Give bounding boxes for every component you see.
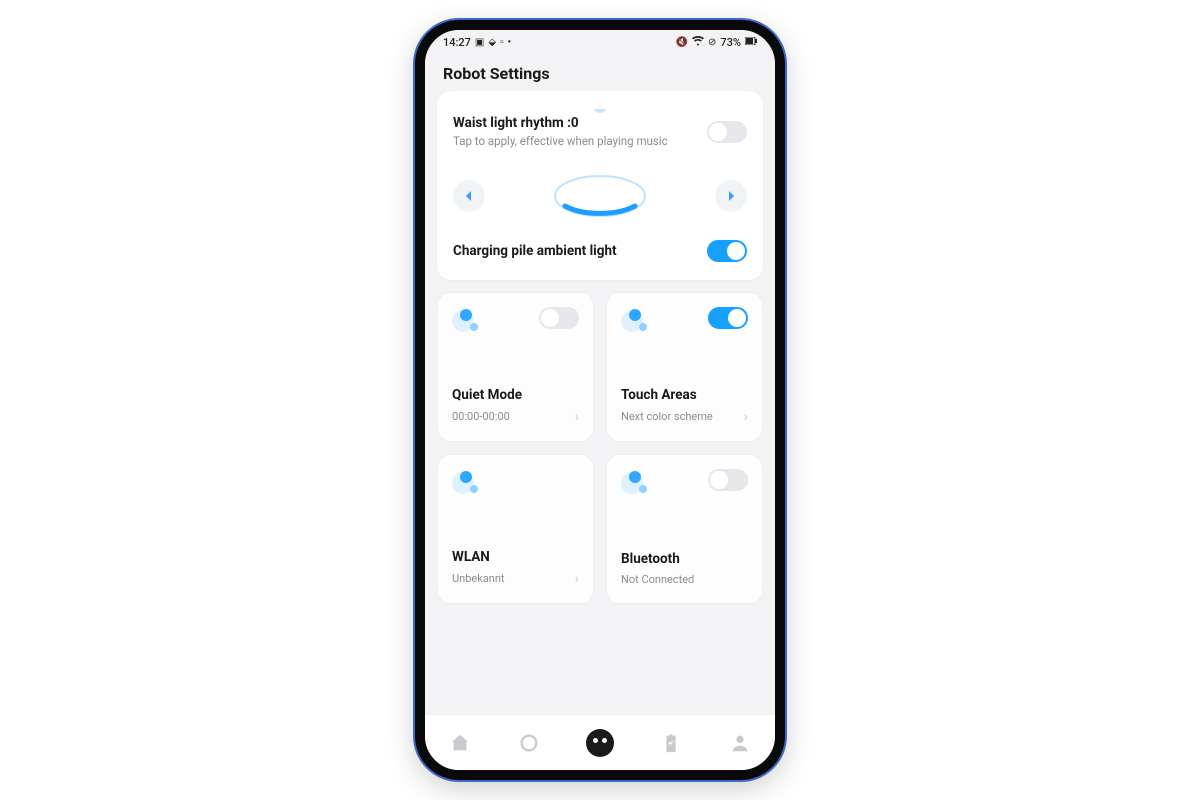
quiet-mode-toggle[interactable]	[539, 307, 579, 329]
light-card: Waist light rhythm :0 Tap to apply, effe…	[437, 91, 763, 280]
dot-icon: •	[508, 37, 512, 48]
quiet-mode-title: Quiet Mode	[452, 387, 579, 403]
tab-tasks[interactable]	[658, 730, 684, 756]
quiet-mode-tile[interactable]: Quiet Mode 00:00-00:00 ›	[437, 292, 594, 442]
touch-areas-toggle[interactable]	[708, 307, 748, 329]
wlan-tile[interactable]: WLAN Unbekannt ›	[437, 454, 594, 604]
chevron-left-icon	[464, 191, 474, 201]
wlan-sub: Unbekannt	[452, 572, 505, 586]
waist-light-toggle[interactable]	[707, 121, 747, 143]
photo-icon: ▣	[475, 37, 484, 48]
waist-light-row: Waist light rhythm :0 Tap to apply, effe…	[453, 115, 747, 148]
tab-robot[interactable]	[586, 729, 614, 757]
battery-icon	[745, 37, 757, 48]
charging-light-toggle[interactable]	[707, 240, 747, 262]
person-icon	[729, 732, 751, 754]
status-bar: 14:27 ▣ ⬙ ▫ • 🔇 ⊘ 73%	[425, 30, 775, 54]
content-scroll[interactable]: Waist light rhythm :0 Tap to apply, effe…	[425, 91, 775, 714]
quiet-mode-sub: 00:00-00:00	[452, 410, 510, 424]
tab-profile[interactable]	[727, 730, 753, 756]
chevron-right-icon: ›	[744, 409, 748, 425]
touch-areas-sub: Next color scheme	[621, 410, 713, 424]
chevron-right-icon: ›	[575, 409, 579, 425]
charging-light-row: Charging pile ambient light	[453, 240, 747, 262]
no-sim-icon: ⊘	[708, 37, 716, 48]
bluetooth-sub: Not Connected	[621, 573, 694, 587]
prev-button[interactable]	[453, 180, 485, 212]
home-icon	[449, 732, 471, 754]
touch-areas-title: Touch Areas	[621, 387, 748, 403]
bluetooth-title: Bluetooth	[621, 551, 748, 567]
tab-discover[interactable]	[516, 730, 542, 756]
circle-icon	[518, 732, 540, 754]
square-icon: ▫	[500, 37, 504, 48]
mute-icon: 🔇	[676, 37, 688, 48]
rhythm-carousel	[453, 166, 747, 226]
status-battery: 73%	[720, 36, 741, 49]
wlan-title: WLAN	[452, 549, 579, 565]
wifi-icon	[692, 36, 704, 49]
bluetooth-toggle[interactable]	[708, 469, 748, 491]
clipboard-icon	[660, 732, 682, 754]
bulb-icon: ⬙	[488, 37, 496, 48]
wlan-icon	[452, 469, 480, 497]
chevron-right-icon	[726, 191, 736, 201]
tab-home[interactable]	[447, 730, 473, 756]
pager-dots-icon	[453, 105, 747, 113]
bluetooth-icon	[621, 469, 649, 497]
charging-light-title: Charging pile ambient light	[453, 243, 617, 259]
tab-bar	[425, 714, 775, 770]
ring-preview-icon	[545, 166, 655, 226]
chevron-right-icon: ›	[575, 571, 579, 587]
settings-grid: Quiet Mode 00:00-00:00 › Touch Areas	[437, 292, 763, 604]
touch-areas-tile[interactable]: Touch Areas Next color scheme ›	[606, 292, 763, 442]
quiet-mode-icon	[452, 307, 480, 335]
phone-frame: 14:27 ▣ ⬙ ▫ • 🔇 ⊘ 73% Robot Settings	[415, 20, 785, 780]
touch-areas-icon	[621, 307, 649, 335]
screen: 14:27 ▣ ⬙ ▫ • 🔇 ⊘ 73% Robot Settings	[425, 30, 775, 770]
waist-light-title: Waist light rhythm :0	[453, 115, 668, 131]
next-button[interactable]	[715, 180, 747, 212]
waist-light-sub: Tap to apply, effective when playing mus…	[453, 134, 668, 148]
bluetooth-tile[interactable]: Bluetooth Not Connected	[606, 454, 763, 604]
page-title: Robot Settings	[425, 54, 775, 91]
status-time: 14:27	[443, 36, 471, 49]
